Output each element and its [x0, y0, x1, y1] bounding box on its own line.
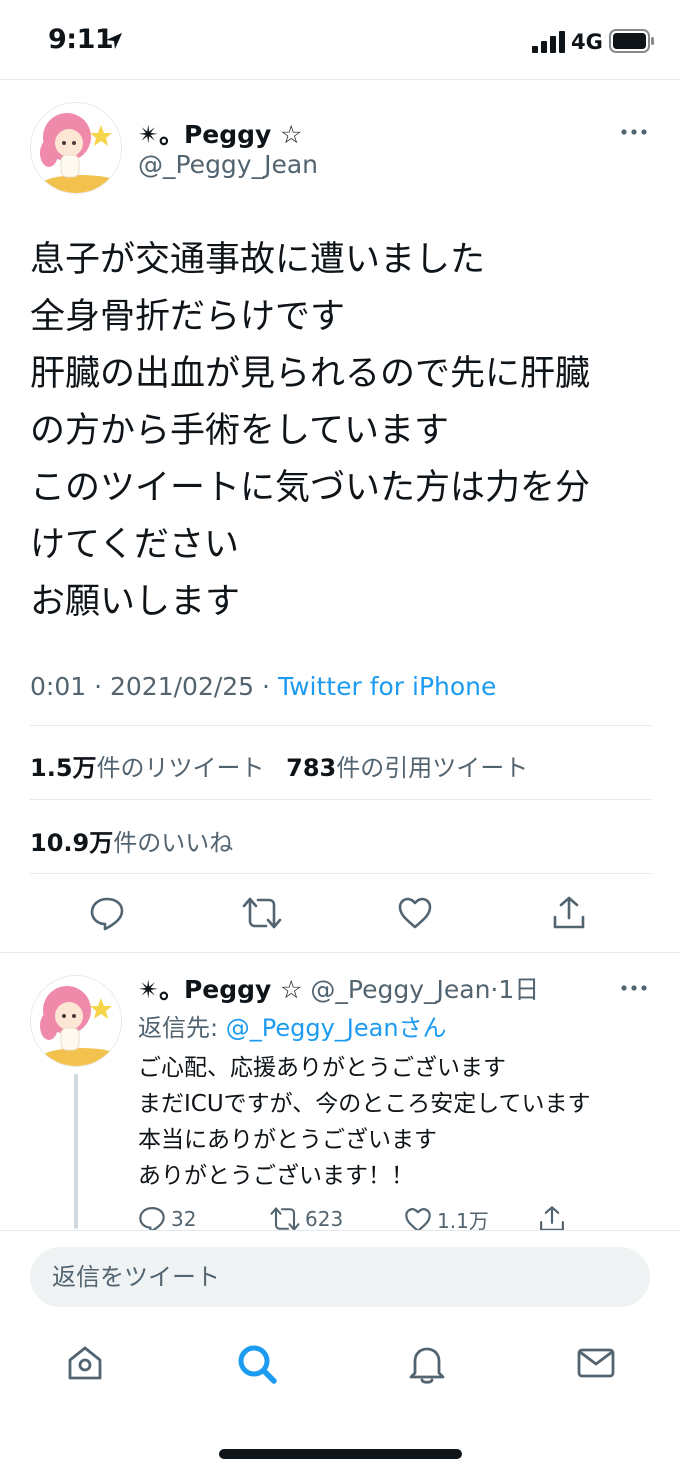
divider	[30, 873, 651, 874]
tweet-text-line: の方から手術をしています	[30, 411, 449, 451]
reply-text-line: まだICUですが、今のところ安定しています	[138, 1091, 591, 1117]
tweet-text: 息子が交通事故に遭いました 全身骨折だらけです 肝臓の出血が見られるので先に肝臓…	[30, 232, 650, 631]
tweet-text-line: 肝臓の出血が見られるので先に肝臓	[30, 354, 591, 394]
reply-text: ご心配、応援ありがとうございます まだICUですが、今のところ安定しています 本…	[138, 1050, 591, 1194]
tweet-meta: 0:01 · 2021/02/25 · Twitter for iPhone	[30, 672, 496, 701]
home-icon[interactable]	[65, 1343, 105, 1383]
retweet-icon	[270, 1207, 300, 1231]
reply-like-button[interactable]: 1.1万	[404, 1205, 489, 1231]
tweet-date: 2021/02/25	[110, 672, 255, 701]
tweet-text-line: けてください	[30, 525, 239, 565]
like-icon[interactable]	[397, 895, 433, 931]
reply-retweet-button[interactable]: 623	[270, 1205, 343, 1231]
retweets-label: 件のリツイート	[96, 754, 265, 782]
tweet-source-link[interactable]: Twitter for iPhone	[278, 672, 496, 701]
meta-separator: ·	[94, 672, 103, 701]
avatar-illustration	[31, 976, 121, 1066]
thread-divider	[0, 952, 680, 953]
reply-text-line: ご心配、応援ありがとうございます	[138, 1055, 506, 1081]
reply-header: ✴︎。Peggy ☆ @_Peggy_Jean·1日	[138, 970, 539, 1006]
tweet-text-line: お願いします	[30, 582, 241, 622]
reply-text-line: ありがとうございます！！	[138, 1163, 414, 1189]
quotes-label: 件の引用ツイート	[336, 754, 529, 782]
share-icon	[540, 1206, 564, 1231]
replying-to-label: 返信先:	[138, 1014, 226, 1042]
reply-text-line: 本当にありがとうございます	[138, 1127, 437, 1153]
meta-separator: ·	[262, 672, 270, 701]
more-options-icon[interactable]	[620, 978, 648, 998]
mail-icon[interactable]	[576, 1343, 616, 1383]
bottom-bar	[0, 1230, 680, 1472]
likes-label: 件のいいね	[113, 829, 234, 857]
tweet-time: 0:01	[30, 672, 87, 701]
likes-stats: 10.9万件のいいね	[30, 823, 247, 858]
like-count: 1.1万	[437, 1209, 489, 1231]
location-arrow-icon	[106, 33, 122, 49]
retweets-stat[interactable]: 1.5万件のリツイート	[30, 748, 265, 783]
replying-to: 返信先: @_Peggy_Jeanさん	[138, 1008, 447, 1043]
user-handle[interactable]: @_Peggy_Jean	[138, 150, 318, 179]
thread-line	[74, 1074, 78, 1229]
divider	[30, 799, 651, 800]
likes-count: 10.9万	[30, 829, 114, 857]
reply-icon	[139, 1207, 165, 1231]
retweets-count: 1.5万	[30, 754, 97, 782]
like-icon	[405, 1207, 431, 1231]
home-indicator[interactable]	[219, 1449, 462, 1459]
tweet-text-line: 息子が交通事故に遭いました	[30, 240, 486, 280]
search-icon[interactable]	[236, 1343, 278, 1385]
reply-handle[interactable]: @_Peggy_Jean	[310, 975, 490, 1004]
reply-reply-button[interactable]: 32	[138, 1205, 196, 1231]
reply-share-button[interactable]	[538, 1205, 566, 1231]
more-options-icon[interactable]	[620, 122, 648, 142]
reply-avatar[interactable]	[30, 975, 122, 1067]
bell-icon[interactable]	[407, 1343, 447, 1385]
retweet-stats: 1.5万件のリツイート 783件の引用ツイート	[30, 748, 542, 783]
reply-icon[interactable]	[89, 895, 125, 931]
tweet-text-line: このツイートに気づいた方は力を分	[30, 468, 591, 508]
divider	[30, 725, 651, 726]
tweet-text-line: 全身骨折だらけです	[30, 297, 346, 337]
share-icon[interactable]	[551, 895, 587, 931]
battery-icon	[609, 29, 654, 53]
retweet-icon[interactable]	[242, 895, 282, 931]
avatar-illustration	[31, 103, 121, 193]
reply-compose-input[interactable]	[30, 1247, 650, 1307]
reply-action-bar: 32 623 1.1万	[138, 1205, 658, 1231]
replying-to-link[interactable]: @_Peggy_Jeanさん	[226, 1014, 447, 1042]
reply-age: ·1日	[490, 975, 540, 1004]
retweet-count: 623	[305, 1207, 344, 1231]
quotes-count: 783	[286, 754, 337, 782]
signal-icon	[532, 31, 565, 53]
likes-stat[interactable]: 10.9万件のいいね	[30, 823, 233, 858]
reply-display-name[interactable]: ✴︎。Peggy ☆	[138, 975, 302, 1004]
quotes-stat[interactable]: 783件の引用ツイート	[286, 748, 528, 783]
reply-count: 32	[171, 1207, 197, 1231]
display-name[interactable]: ✴︎。Peggy ☆	[138, 115, 302, 151]
avatar[interactable]	[30, 102, 122, 194]
status-bar: 9:11 4G	[0, 0, 680, 80]
network-type: 4G	[571, 30, 603, 54]
